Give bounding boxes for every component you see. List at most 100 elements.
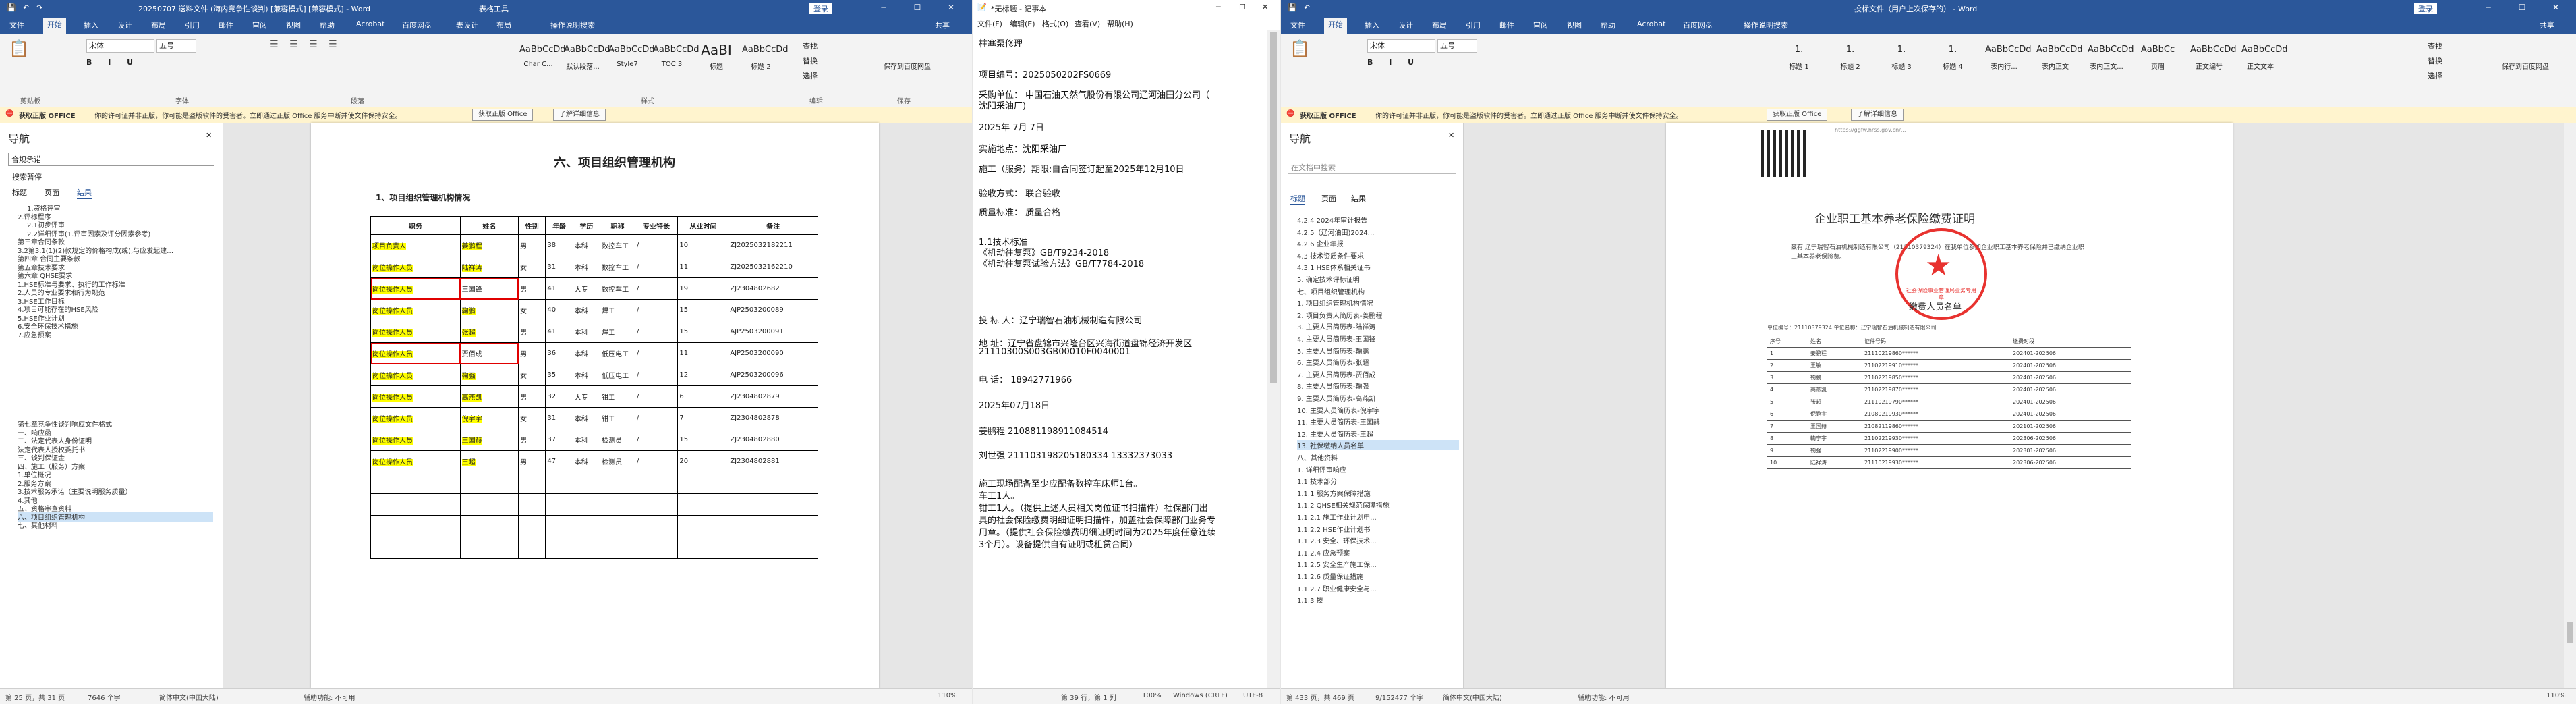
org-table-cell[interactable]: 检测员 — [600, 429, 635, 451]
org-table-cell[interactable] — [572, 515, 601, 537]
org-table-cell[interactable]: 男 — [518, 321, 546, 343]
r-nav-item[interactable]: 1.1.2.6 质量保证措施 — [1297, 571, 1459, 581]
org-table-cell[interactable] — [572, 537, 601, 559]
org-table-cell[interactable] — [545, 493, 573, 516]
style-1[interactable]: AaBbCcDd Char C... — [519, 39, 566, 78]
org-table-cell[interactable]: 11 — [677, 256, 729, 278]
org-table-cell[interactable]: 12 — [677, 364, 729, 386]
r-nav-item[interactable]: 1.1.2 QHSE相关规范保障措施 — [1297, 499, 1459, 510]
r-style-4[interactable]: 1. 标题 4 — [1934, 39, 1972, 78]
org-table-cell[interactable]: 女 — [518, 256, 546, 278]
notepad-scroll-thumb[interactable] — [1270, 32, 1277, 383]
org-table-cell[interactable]: 11 — [677, 342, 729, 364]
font-size-box[interactable]: 五号 — [156, 39, 196, 53]
r-nav-item[interactable]: 1.1.2.7 职业健康安全与... — [1297, 583, 1459, 593]
org-table-cell[interactable]: ZJ2304802879 — [728, 385, 818, 408]
org-table-cell[interactable]: 岗位操作人员 — [370, 450, 461, 472]
replace-button[interactable]: 替换 — [803, 55, 818, 66]
nav-close-icon[interactable]: ✕ — [206, 131, 212, 140]
org-table-cell[interactable]: 31 — [545, 256, 573, 278]
org-table-cell[interactable]: / — [634, 299, 679, 321]
maximize-icon[interactable]: ☐ — [904, 0, 931, 16]
org-table-cell[interactable]: 鞠强 — [459, 364, 519, 386]
status-words[interactable]: 7646 个字 — [88, 692, 121, 702]
nav-tab-results[interactable]: 结果 — [77, 187, 92, 199]
org-table-cell[interactable]: 岗位操作人员 — [370, 364, 461, 386]
r-nav-item[interactable]: 1.1.2.1 施工作业计划申... — [1297, 512, 1459, 522]
status-page[interactable]: 第 25 页，共 31 页 — [5, 692, 65, 702]
r-font-size-box[interactable]: 五号 — [1437, 39, 1477, 53]
get-office-button[interactable]: 获取正版 Office — [472, 109, 534, 121]
org-table-cell[interactable] — [728, 515, 818, 537]
style-3[interactable]: AaBbCcDd Style7 — [608, 39, 655, 78]
status-accessibility[interactable]: 辅助功能: 不可用 — [304, 692, 355, 702]
r-tab-layout[interactable]: 布局 — [1428, 20, 1451, 30]
org-table-cell[interactable]: 王国赫 — [459, 429, 519, 451]
tab-file[interactable]: 文件 — [5, 20, 28, 30]
right-login-button[interactable]: 登录 — [2414, 3, 2437, 14]
r-tell-me-search[interactable]: 操作说明搜索 — [1740, 20, 1792, 30]
org-table-cell[interactable]: 47 — [545, 450, 573, 472]
org-table-cell[interactable]: 岗位操作人员 — [370, 429, 461, 451]
org-table-cell[interactable]: 男 — [518, 234, 546, 256]
r-tab-view[interactable]: 视图 — [1563, 20, 1586, 30]
org-table-cell[interactable]: 38 — [545, 234, 573, 256]
org-table-cell[interactable]: 本科 — [572, 429, 601, 451]
r-nav-item[interactable]: 5. 主要人员简历表-鞠鹏 — [1297, 346, 1459, 356]
org-table-cell[interactable] — [600, 537, 635, 559]
r-nav-item[interactable]: 11. 主要人员简历表-王国赫 — [1297, 416, 1459, 427]
org-table-cell[interactable]: 陆祥涛 — [459, 256, 519, 278]
r-replace-button[interactable]: 替换 — [2428, 55, 2442, 66]
org-table-cell[interactable]: 岗位操作人员 — [370, 256, 461, 278]
nav-item[interactable]: 7.应急预案 — [18, 329, 213, 340]
tab-home[interactable]: 开始 — [43, 18, 66, 34]
org-table-cell[interactable] — [459, 472, 519, 494]
r-tab-file[interactable]: 文件 — [1286, 20, 1309, 30]
nav-tab-pages[interactable]: 页面 — [45, 187, 59, 198]
tab-review[interactable]: 审阅 — [248, 20, 271, 30]
org-table-cell[interactable]: 37 — [545, 429, 573, 451]
tab-layout[interactable]: 布局 — [147, 20, 170, 30]
learn-more-button[interactable]: 了解详细信息 — [553, 109, 606, 121]
r-status-page[interactable]: 第 433 页，共 469 页 — [1286, 692, 1354, 702]
org-table-cell[interactable]: 数控车工 — [600, 234, 635, 256]
org-table-cell[interactable]: 岗位操作人员 — [370, 299, 461, 321]
notepad-close-icon[interactable]: ✕ — [1262, 3, 1268, 11]
org-table-cell[interactable]: AJP2503200090 — [728, 342, 818, 364]
org-table-cell[interactable]: 姜鹏程 — [459, 234, 519, 256]
r-nav-item[interactable]: 10. 主要人员简历表-倪宇宇 — [1297, 405, 1459, 415]
nav-search-input[interactable]: 合规承诺 — [8, 153, 214, 166]
org-table-cell[interactable]: 王国锋 — [459, 277, 519, 300]
right-undo-icon[interactable]: ↶ — [1304, 3, 1310, 12]
r-nav-tab-pages[interactable]: 页面 — [1321, 193, 1336, 204]
menu-edit[interactable]: 编辑(E) — [1010, 18, 1035, 29]
tab-help[interactable]: 帮助 — [316, 20, 339, 30]
r-nav-search-input[interactable]: 在文档中搜索 — [1288, 161, 1456, 174]
r-nav-item[interactable]: 1. 项目组织管理机构情况 — [1297, 298, 1459, 308]
org-table-cell[interactable]: 36 — [545, 342, 573, 364]
org-table-cell[interactable]: / — [634, 342, 679, 364]
r-style-9[interactable]: AaBbCcDd 正文编号 — [2190, 39, 2237, 78]
org-table-cell[interactable] — [677, 537, 729, 559]
org-table-cell[interactable] — [600, 472, 635, 494]
org-table-cell[interactable]: 本科 — [572, 321, 601, 343]
org-table-cell[interactable] — [545, 472, 573, 494]
r-style-7[interactable]: AaBbCcDd 表内正文... — [2088, 39, 2134, 78]
org-table-cell[interactable]: AJP2503200091 — [728, 321, 818, 343]
org-table-cell[interactable] — [600, 493, 635, 516]
r-nav-tab-headings[interactable]: 标题 — [1290, 193, 1305, 205]
r-tab-insert[interactable]: 插入 — [1361, 20, 1383, 30]
r-style-2[interactable]: 1. 标题 2 — [1831, 39, 1869, 78]
org-table-cell[interactable]: 女 — [518, 299, 546, 321]
org-table-cell[interactable] — [518, 472, 546, 494]
org-table-cell[interactable] — [545, 537, 573, 559]
r-nav-item[interactable]: 4.3.1 HSE体系相关证书 — [1297, 262, 1459, 272]
r-nav-item[interactable]: 9. 主要人员简历表-高燕凯 — [1297, 393, 1459, 403]
r-vertical-scrollbar[interactable] — [2564, 123, 2576, 688]
r-nav-tab-results[interactable]: 结果 — [1351, 193, 1366, 204]
org-table-cell[interactable]: / — [634, 450, 679, 472]
org-table-cell[interactable]: / — [634, 364, 679, 386]
org-table-cell[interactable]: 高燕凯 — [459, 385, 519, 408]
r-nav-item[interactable]: 13. 社保缴纳人员名单 — [1297, 440, 1459, 451]
style-5[interactable]: AaBI 标题 — [697, 39, 735, 78]
